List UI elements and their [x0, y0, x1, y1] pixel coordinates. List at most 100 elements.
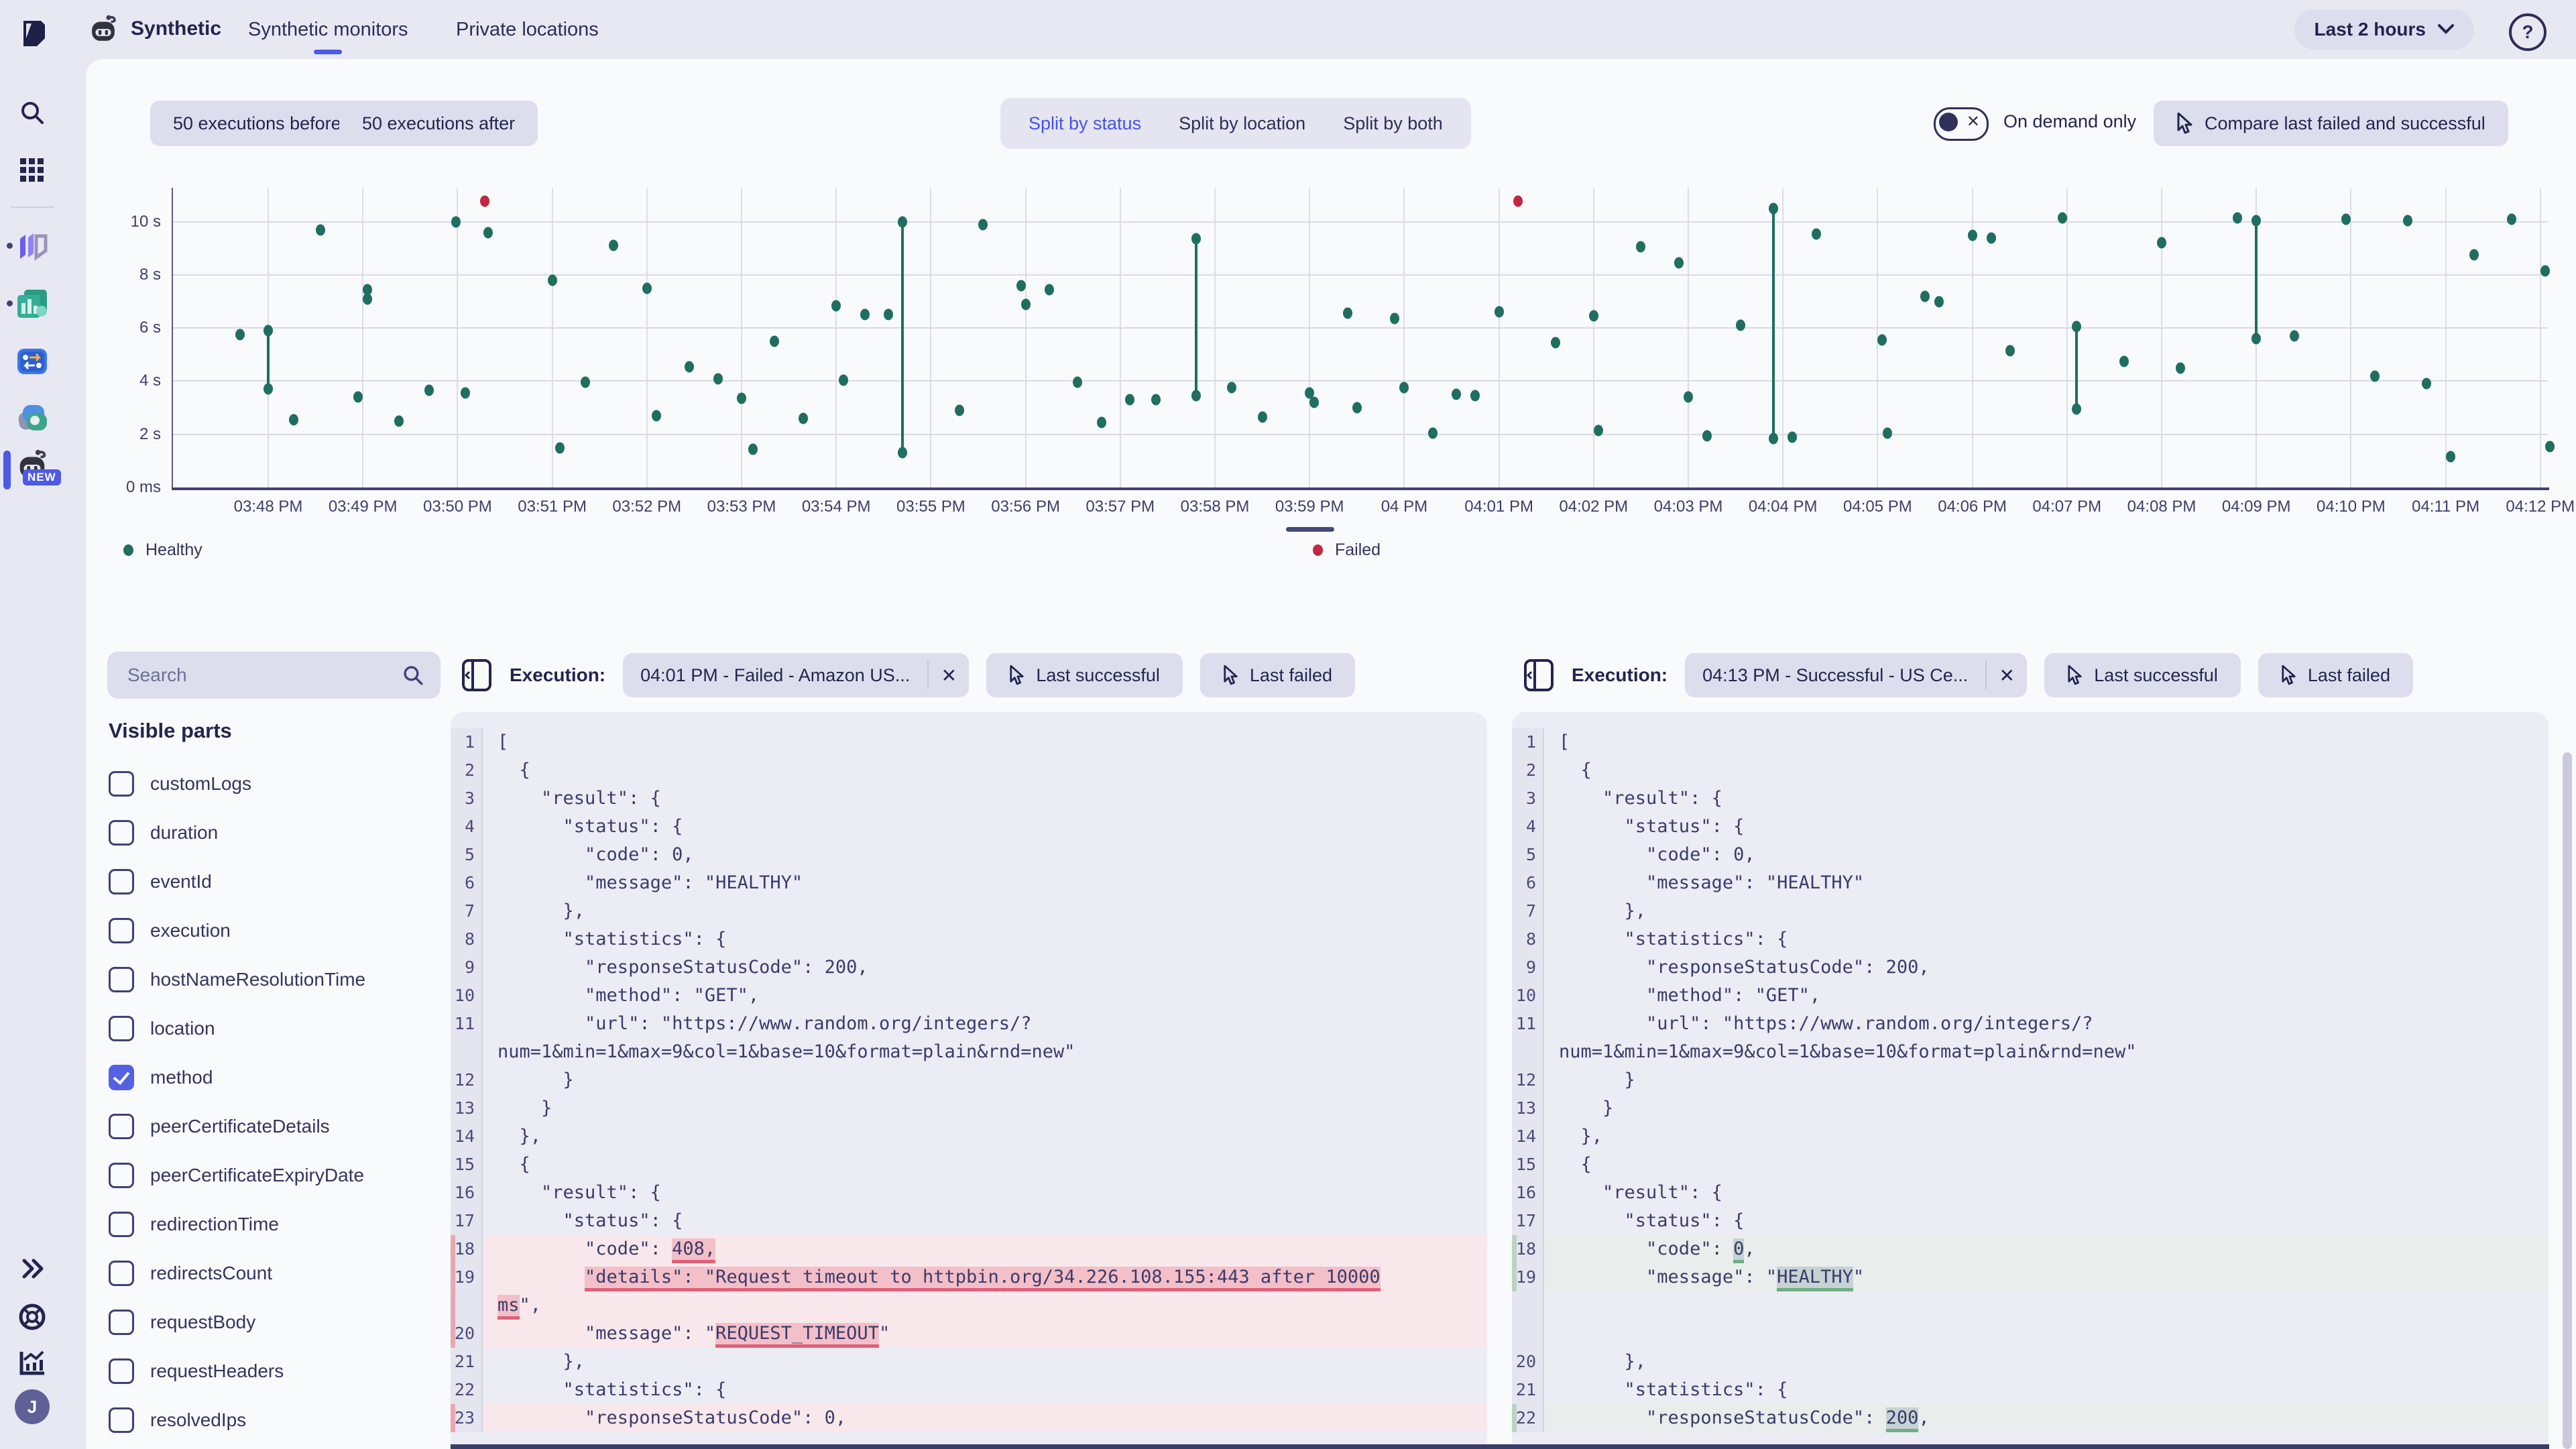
execution-dot-healthy[interactable]	[2544, 441, 2555, 453]
execution-dot-healthy[interactable]	[2422, 378, 2432, 390]
execution-dot-failed[interactable]	[1513, 195, 1523, 207]
horizontal-scrollbar[interactable]	[451, 1444, 2549, 1449]
execution-dot-healthy[interactable]	[1769, 202, 1779, 215]
split-option-split-by-location[interactable]: Split by location	[1160, 113, 1324, 134]
execution-dot-healthy[interactable]	[2540, 265, 2550, 277]
execution-dot-healthy[interactable]	[2445, 451, 2455, 463]
split-option-split-by-both[interactable]: Split by both	[1324, 113, 1462, 134]
checkbox-unchecked[interactable]	[109, 1309, 134, 1335]
tab-synthetic-monitors[interactable]: Synthetic monitors	[248, 19, 408, 54]
execution-dot-healthy[interactable]	[1882, 427, 1892, 439]
split-option-split-by-status[interactable]: Split by status	[1010, 113, 1160, 134]
execution-dot-healthy[interactable]	[1494, 306, 1504, 318]
execution-dot-healthy[interactable]	[1877, 334, 1887, 346]
execution-dot-healthy[interactable]	[264, 383, 273, 395]
execution-dot-healthy[interactable]	[2289, 330, 2299, 342]
checkbox-unchecked[interactable]	[109, 1113, 134, 1139]
execution-dot-healthy[interactable]	[1073, 376, 1083, 388]
search-icon[interactable]	[15, 95, 50, 130]
execution-dot-healthy[interactable]	[2157, 237, 2166, 249]
execution-dot-healthy[interactable]	[394, 415, 404, 427]
execution-dot-healthy[interactable]	[831, 300, 841, 312]
app-hub-icon[interactable]	[15, 228, 50, 263]
tab-private-locations[interactable]: Private locations	[456, 19, 599, 41]
collapse-panel-icon[interactable]	[1523, 658, 1554, 692]
filter-item-requestBody[interactable]: requestBody	[109, 1297, 444, 1346]
execution-dot-healthy[interactable]	[651, 410, 661, 422]
execution-dot-healthy[interactable]	[685, 361, 695, 373]
execution-dot-healthy[interactable]	[554, 442, 565, 454]
execution-dot-healthy[interactable]	[1934, 296, 1944, 308]
execution-dot-healthy[interactable]	[713, 373, 723, 385]
help-button[interactable]: ?	[2509, 13, 2546, 51]
checkbox-unchecked[interactable]	[109, 1407, 134, 1433]
filter-item-customLogs[interactable]: customLogs	[109, 759, 444, 808]
execution-dot-healthy[interactable]	[2176, 362, 2186, 374]
execution-dot-healthy[interactable]	[289, 414, 299, 426]
checkbox-unchecked[interactable]	[109, 1015, 134, 1041]
execution-dot-healthy[interactable]	[898, 447, 908, 459]
filter-item-location[interactable]: location	[109, 1004, 444, 1053]
filter-item-redirectionTime[interactable]: redirectionTime	[109, 1200, 444, 1249]
checkbox-unchecked[interactable]	[109, 966, 134, 992]
execution-dot-healthy[interactable]	[1967, 229, 1977, 241]
execution-dot-healthy[interactable]	[1257, 411, 1267, 423]
execution-dot-healthy[interactable]	[2071, 403, 2081, 415]
execution-dot-healthy[interactable]	[2232, 212, 2242, 224]
usage-chart-icon[interactable]	[15, 1345, 50, 1380]
filter-item-redirectsCount[interactable]: redirectsCount	[109, 1249, 444, 1297]
execution-dot-healthy[interactable]	[2057, 212, 2067, 224]
execution-dot-healthy[interactable]	[1452, 388, 1462, 400]
execution-dot-healthy[interactable]	[1986, 232, 1996, 243]
execution-dot-healthy[interactable]	[2251, 333, 2262, 345]
execution-dot-healthy[interactable]	[264, 325, 273, 337]
filter-item-requestHeaders[interactable]: requestHeaders	[109, 1346, 444, 1395]
execution-dot-failed[interactable]	[480, 195, 490, 207]
app-dashboards-icon[interactable]	[15, 286, 50, 321]
execution-dot-healthy[interactable]	[460, 387, 470, 399]
search-magnifier-icon[interactable]	[402, 664, 424, 687]
collapse-panel-icon[interactable]	[461, 658, 492, 692]
execution-dot-healthy[interactable]	[483, 227, 493, 239]
checkbox-unchecked[interactable]	[109, 770, 134, 797]
execution-dot-healthy[interactable]	[2251, 215, 2262, 227]
checkbox-unchecked[interactable]	[109, 1358, 134, 1384]
execution-dot-healthy[interactable]	[748, 443, 758, 455]
execution-dot-healthy[interactable]	[581, 376, 591, 388]
execution-dot-healthy[interactable]	[2369, 370, 2380, 382]
dynatrace-logo[interactable]	[15, 16, 50, 51]
right-last-failed-button[interactable]: Last failed	[2258, 653, 2413, 697]
filter-item-hostNameResolutionTime[interactable]: hostNameResolutionTime	[109, 955, 444, 1004]
execution-dot-healthy[interactable]	[1769, 432, 1779, 445]
user-avatar[interactable]: J	[15, 1389, 50, 1424]
time-range-picker[interactable]: Last 2 hours	[2294, 9, 2474, 50]
execution-dot-healthy[interactable]	[315, 224, 325, 236]
app-workflows-icon[interactable]	[15, 343, 50, 378]
checkbox-unchecked[interactable]	[109, 917, 134, 943]
execution-dot-healthy[interactable]	[898, 216, 908, 228]
execution-dot-healthy[interactable]	[1227, 382, 1237, 394]
filter-item-eventId[interactable]: eventId	[109, 857, 444, 906]
left-json-diff-panel[interactable]: 1[2 {3 "result": {4 "status": {5 "code":…	[451, 712, 1487, 1449]
execution-dot-healthy[interactable]	[1593, 424, 1603, 437]
execution-dot-healthy[interactable]	[1551, 337, 1561, 349]
execution-dot-healthy[interactable]	[954, 404, 964, 416]
left-last-successful-button[interactable]: Last successful	[986, 653, 1183, 697]
execution-dot-healthy[interactable]	[860, 308, 870, 321]
filter-item-responseBody[interactable]: responseBody	[109, 1444, 444, 1449]
execution-scatter-chart[interactable]	[173, 188, 2555, 487]
execution-dot-healthy[interactable]	[2469, 249, 2479, 261]
execution-dot-healthy[interactable]	[1124, 394, 1134, 406]
executions-before-button[interactable]: 50 executions before	[150, 101, 364, 146]
execution-dot-healthy[interactable]	[1191, 390, 1201, 402]
legend-item-healthy[interactable]: Healthy	[123, 540, 202, 560]
checkbox-unchecked[interactable]	[109, 1162, 134, 1188]
filter-item-resolvedIps[interactable]: resolvedIps	[109, 1395, 444, 1444]
execution-dot-healthy[interactable]	[424, 384, 434, 396]
execution-dot-healthy[interactable]	[1735, 319, 1745, 331]
execution-dot-healthy[interactable]	[1020, 298, 1031, 310]
execution-dot-healthy[interactable]	[1399, 382, 1409, 394]
checkbox-unchecked[interactable]	[109, 868, 134, 894]
right-last-successful-button[interactable]: Last successful	[2044, 653, 2241, 697]
execution-dot-healthy[interactable]	[451, 216, 461, 228]
